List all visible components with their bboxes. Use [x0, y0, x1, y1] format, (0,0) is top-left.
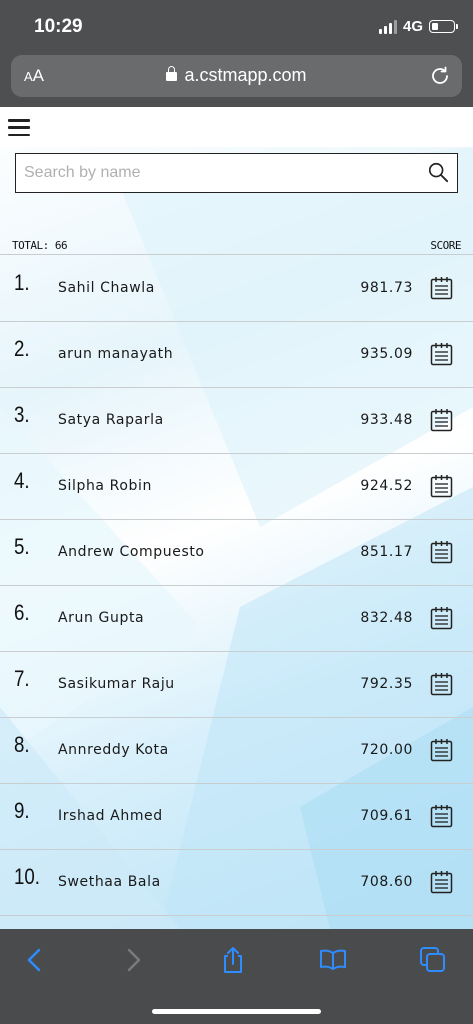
leaderboard-row[interactable]: 10. Swethaa Bala 708.60: [0, 850, 473, 916]
leaderboard-row[interactable]: 9. Irshad Ahmed 709.61: [0, 784, 473, 850]
browser-toolbar: [0, 929, 473, 1024]
url-display[interactable]: a.cstmapp.com: [11, 65, 462, 86]
leaderboard-row[interactable]: 4. Silpha Robin 924.52: [0, 454, 473, 520]
list-header: TOTAL: 66 SCORE: [0, 239, 473, 255]
home-indicator: [152, 1009, 321, 1014]
url-text: a.cstmapp.com: [184, 65, 307, 85]
player-score: 924.52: [360, 478, 413, 494]
address-bar[interactable]: AA a.cstmapp.com: [11, 55, 462, 97]
search-icon[interactable]: [427, 161, 449, 183]
leaderboard-list: 1. Sahil Chawla 981.73 2. arun manayath 935.0…: [0, 256, 473, 916]
status-indicators: 4G: [378, 18, 458, 35]
leaderboard-page: TOTAL: 66 SCORE 1. Sahil Chawla 981.73 2. ar…: [0, 107, 473, 929]
total-count: TOTAL: 66: [12, 239, 68, 252]
player-score: 792.35: [360, 676, 413, 692]
search-input[interactable]: [24, 154, 414, 191]
forward-icon[interactable]: [118, 945, 148, 975]
rank-number: 10.: [14, 864, 41, 889]
calendar-icon[interactable]: [430, 672, 453, 696]
player-score: 981.73: [360, 280, 413, 296]
rank-number: 4.: [14, 468, 30, 493]
rank-number: 5.: [14, 534, 30, 559]
ios-status-and-url-bar: 10:29 4G AA a.cstmapp.com: [0, 0, 473, 107]
player-name: Annreddy Kota: [58, 742, 169, 758]
player-name: arun manayath: [58, 346, 174, 362]
rank-number: 2.: [14, 336, 30, 361]
calendar-icon[interactable]: [430, 870, 453, 894]
player-name: Swethaa Bala: [58, 874, 161, 890]
app-header: [0, 107, 473, 147]
hamburger-menu-icon[interactable]: [8, 119, 30, 136]
battery-icon: [429, 20, 458, 33]
player-score: 720.00: [360, 742, 413, 758]
player-name: Sasikumar Raju: [58, 676, 175, 692]
rank-number: 8.: [14, 732, 30, 757]
leaderboard-row[interactable]: 6. Arun Gupta 832.48: [0, 586, 473, 652]
player-name: Silpha Robin: [58, 478, 152, 494]
rank-number: 1.: [14, 270, 30, 295]
calendar-icon[interactable]: [430, 540, 453, 564]
leaderboard-row[interactable]: 8. Annreddy Kota 720.00: [0, 718, 473, 784]
score-column-header: SCORE: [430, 239, 461, 252]
calendar-icon[interactable]: [430, 474, 453, 498]
player-score: 935.09: [360, 346, 413, 362]
back-icon[interactable]: [20, 945, 50, 975]
leaderboard-row[interactable]: 5. Andrew Compuesto 851.17: [0, 520, 473, 586]
calendar-icon[interactable]: [430, 606, 453, 630]
network-label: 4G: [402, 18, 423, 35]
search-box: [15, 153, 458, 193]
player-score: 709.61: [360, 808, 413, 824]
calendar-icon[interactable]: [430, 342, 453, 366]
leaderboard-row[interactable]: 1. Sahil Chawla 981.73: [0, 256, 473, 322]
calendar-icon[interactable]: [430, 408, 453, 432]
tabs-icon[interactable]: [418, 945, 448, 975]
rank-number: 7.: [14, 666, 30, 691]
player-name: Satya Raparla: [58, 412, 164, 428]
player-score: 708.60: [360, 874, 413, 890]
player-score: 933.48: [360, 412, 413, 428]
calendar-icon[interactable]: [430, 804, 453, 828]
calendar-icon[interactable]: [430, 276, 453, 300]
calendar-icon[interactable]: [430, 738, 453, 762]
rank-number: 3.: [14, 402, 30, 427]
player-name: Irshad Ahmed: [58, 808, 163, 824]
leaderboard-row[interactable]: 3. Satya Raparla 933.48: [0, 388, 473, 454]
reload-icon[interactable]: [428, 64, 452, 88]
bookmarks-icon[interactable]: [318, 945, 348, 975]
player-score: 851.17: [360, 544, 413, 560]
player-name: Arun Gupta: [58, 610, 145, 626]
rank-number: 6.: [14, 600, 30, 625]
lock-icon: [166, 66, 178, 81]
leaderboard-row[interactable]: 7. Sasikumar Raju 792.35: [0, 652, 473, 718]
player-score: 832.48: [360, 610, 413, 626]
rank-number: 9.: [14, 798, 30, 823]
signal-icon: [378, 19, 397, 34]
player-name: Sahil Chawla: [58, 280, 155, 296]
player-name: Andrew Compuesto: [58, 544, 205, 560]
share-icon[interactable]: [218, 945, 248, 975]
leaderboard-row[interactable]: 2. arun manayath 935.09: [0, 322, 473, 388]
status-time: 10:29: [34, 16, 83, 37]
